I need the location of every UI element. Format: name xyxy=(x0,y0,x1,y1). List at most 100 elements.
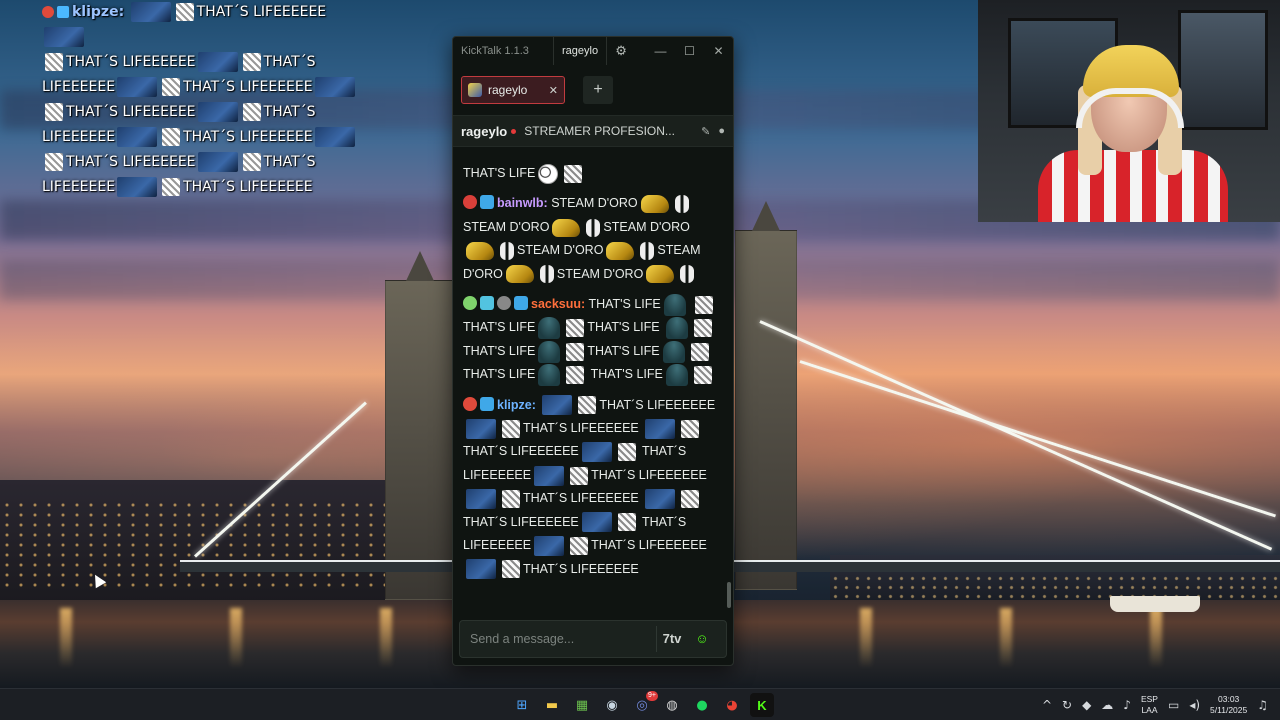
tab-rageylo[interactable]: rageylo ✕ xyxy=(461,76,565,104)
chrome-icon[interactable]: ◕ xyxy=(720,693,744,717)
emote-icon xyxy=(662,340,685,363)
cloud-icon[interactable]: ☁ xyxy=(1101,698,1113,712)
close-tab-icon[interactable]: ✕ xyxy=(549,84,558,97)
emote-icon xyxy=(197,102,238,122)
shield-icon[interactable]: ◆ xyxy=(1082,698,1091,712)
chat-message: klipze: THAT´S LIFEEEEEE THAT´S LIFEEEEEE… xyxy=(463,394,719,581)
emote-icon xyxy=(617,513,636,532)
file-explorer-icon[interactable]: ▬ xyxy=(540,693,564,717)
kick-emote-icon[interactable]: ☺ xyxy=(687,625,717,653)
emote-icon xyxy=(505,265,534,284)
stream-chat-overlay: klipze: THAT´S LIFEEEEEE THAT´S LIFEEEEE… xyxy=(42,0,362,200)
add-tab-button[interactable]: + xyxy=(583,76,613,104)
sync-icon[interactable]: ↻ xyxy=(1062,698,1072,712)
network-icon[interactable]: ▭ xyxy=(1168,698,1179,712)
chat-username[interactable]: sacksuu: xyxy=(531,297,585,311)
discord-icon[interactable]: ◎ 9+ xyxy=(630,691,658,717)
emote-icon xyxy=(117,77,158,97)
emote-icon xyxy=(539,265,554,284)
emote-icon xyxy=(566,365,585,384)
chat-username[interactable]: klipze: xyxy=(497,398,536,412)
sub-badge-icon xyxy=(480,195,494,210)
kick-icon[interactable]: K xyxy=(750,693,774,717)
message-text: THAT´S LIFEEEEEE xyxy=(523,561,639,576)
gear-icon[interactable]: ⚙ xyxy=(607,43,635,59)
pin-icon[interactable]: ✎ xyxy=(701,125,710,138)
emote-icon xyxy=(500,241,514,260)
overlay-text: THAT´S LIFEEEEEE xyxy=(183,129,313,145)
emote-icon xyxy=(502,489,520,508)
emote-icon xyxy=(534,465,565,486)
chat-message: THAT'S LIFE xyxy=(463,162,719,185)
overlay-text: THAT´S LIFEEEEEE xyxy=(66,54,196,70)
chat-messages[interactable]: THAT'S LIFE bainwlb: STEAM D'ORO STEAM D… xyxy=(453,162,729,610)
emote-icon xyxy=(534,535,565,556)
badge-icon xyxy=(42,6,54,18)
notification-bell-icon[interactable]: ♫ xyxy=(1257,698,1268,712)
windows-start-icon[interactable]: ⊞ xyxy=(510,693,534,717)
badge-icon xyxy=(497,296,511,311)
system-tray: ^ ↻ ◆ ☁ ♪ ESP LAA ▭ ◂) 03:03 5/11/2025 ♫ xyxy=(1042,689,1268,720)
minecraft-icon[interactable]: ▦ xyxy=(570,693,594,717)
message-text: D'ORO xyxy=(463,266,503,281)
chat-username[interactable]: bainwlb: xyxy=(497,196,548,210)
emote-icon xyxy=(674,195,689,214)
emote-icon xyxy=(695,295,714,314)
message-input[interactable] xyxy=(470,632,650,646)
title-bar[interactable]: KickTalk 1.1.3 rageylo ⚙ — ☐ ✕ xyxy=(453,37,733,65)
sub-badge-icon xyxy=(57,6,69,18)
clock-time: 03:03 xyxy=(1218,694,1240,704)
message-text: THAT'S LIFE xyxy=(463,367,536,382)
overlay-text: THAT´S LIFEEEEEE xyxy=(183,79,313,95)
emote-icon xyxy=(162,78,181,96)
overlay-text: THAT´S LIFEEEEEE xyxy=(196,4,327,20)
badge-icon xyxy=(463,296,477,311)
emote-icon xyxy=(645,488,676,509)
user-pill[interactable]: rageylo xyxy=(553,37,608,65)
overlay-username: klipze: xyxy=(72,4,125,20)
steam-icon[interactable]: ◉ xyxy=(600,693,624,717)
notification-badge: 9+ xyxy=(646,691,658,701)
volume-icon[interactable]: ◂) xyxy=(1189,698,1200,712)
clock[interactable]: 03:03 5/11/2025 xyxy=(1210,694,1247,716)
overlay-text: THAT´S LIFEEEEEE xyxy=(66,104,196,120)
spotify-icon[interactable]: ● xyxy=(690,693,714,717)
close-button[interactable]: ✕ xyxy=(704,44,733,58)
badge-icon xyxy=(463,195,477,210)
chat-scrollbar[interactable] xyxy=(727,582,731,608)
language-indicator[interactable]: ESP LAA xyxy=(1141,694,1158,716)
emote-icon xyxy=(564,164,583,183)
emote-icon xyxy=(197,52,238,72)
emote-icon xyxy=(690,342,709,361)
emote-icon xyxy=(162,128,181,146)
tab-label: rageylo xyxy=(488,83,528,97)
message-text: THAT'S LIFE xyxy=(590,367,663,382)
overlay-text: THAT´S xyxy=(263,104,316,120)
maximize-button[interactable]: ☐ xyxy=(675,44,704,58)
badge-icon xyxy=(463,396,477,411)
emote-icon xyxy=(117,177,158,197)
chevron-up-icon[interactable]: ^ xyxy=(1042,698,1052,712)
message-text: THAT´S xyxy=(599,397,644,412)
overlay-text: THAT´S LIFEEEEEE xyxy=(66,154,196,170)
user-icon[interactable]: ● xyxy=(718,125,725,138)
emote-icon xyxy=(466,241,494,260)
avatar xyxy=(468,83,482,97)
live-indicator-icon xyxy=(511,128,517,134)
obs-icon[interactable]: ◍ xyxy=(660,693,684,717)
7tv-emote-button[interactable]: 7tv xyxy=(657,625,687,653)
minimize-button[interactable]: — xyxy=(646,44,675,58)
message-text: THAT'S LIFE xyxy=(463,343,536,358)
message-text: THAT´S xyxy=(591,538,636,553)
emote-icon xyxy=(663,293,686,316)
message-text: STEAM D'ORO xyxy=(556,266,644,281)
keyboard-layout: LAA xyxy=(1141,705,1158,715)
microphone-icon[interactable]: ♪ xyxy=(1123,698,1131,712)
message-text: LIFEEEEEE xyxy=(638,467,707,482)
emote-icon xyxy=(242,153,261,171)
app-title: KickTalk 1.1.3 xyxy=(461,45,529,57)
message-text: THAT'S LIFE xyxy=(587,320,660,335)
emote-icon xyxy=(466,418,496,439)
emote-icon xyxy=(45,153,63,171)
chat-message: sacksuu: THAT'S LIFE THAT'S LIFE THAT'S L… xyxy=(463,293,719,387)
